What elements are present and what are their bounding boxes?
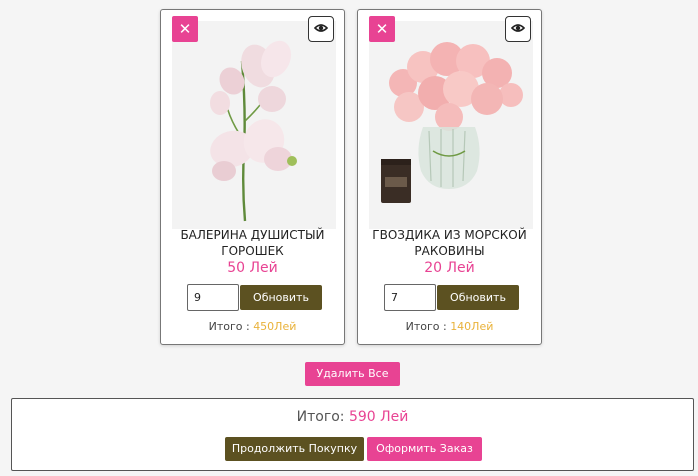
eye-icon [511,24,525,32]
remove-item-button[interactable]: ✕ [369,16,395,42]
item-subtotal: Итого : 140Лей [358,320,541,333]
checkout-button[interactable]: Оформить Заказ [367,437,482,461]
view-item-button[interactable] [308,16,334,42]
subtotal-label: Итого : [208,320,250,333]
cart-item-card: ✕ БАЛЕРИНА ДУШИСТЫЙ ГОРОШЕК 50 Лей Обнов… [160,9,345,345]
cart-item-card: ✕ ГВОЗДИКА ИЗ МОРСКОЙ РАКОВИНЫ 20 Лей 7 … [357,9,542,345]
quantity-input[interactable] [187,284,239,311]
product-title: ГВОЗДИКА ИЗ МОРСКОЙ РАКОВИНЫ [372,228,527,258]
grand-total: Итого: 590 Лей [12,409,693,425]
view-item-button[interactable] [505,16,531,42]
update-button[interactable]: Обновить [240,285,322,310]
subtotal-value: 450Лей [253,320,297,333]
product-image [172,21,336,229]
subtotal-value: 140Лей [450,320,494,333]
grand-total-value: 590 Лей [348,409,409,425]
delete-all-button[interactable]: Удалить Все [305,362,400,386]
eye-icon [314,24,328,32]
item-subtotal: Итого : 450Лей [161,320,344,333]
subtotal-label: Итого : [405,320,447,333]
order-summary: Итого: 590 Лей Продолжить Покупку Оформи… [11,398,694,471]
product-price: 20 Лей [424,260,475,276]
grand-total-label: Итого: [296,409,345,425]
close-icon: ✕ [375,20,389,38]
product-price: 50 Лей [227,260,278,276]
remove-item-button[interactable]: ✕ [172,16,198,42]
update-button[interactable]: Обновить [437,285,519,310]
product-title: БАЛЕРИНА ДУШИСТЫЙ ГОРОШЕК [180,228,325,258]
product-image [369,21,533,229]
close-icon: ✕ [178,20,192,38]
continue-shopping-button[interactable]: Продолжить Покупку [225,437,364,461]
quantity-input[interactable] [384,284,436,311]
